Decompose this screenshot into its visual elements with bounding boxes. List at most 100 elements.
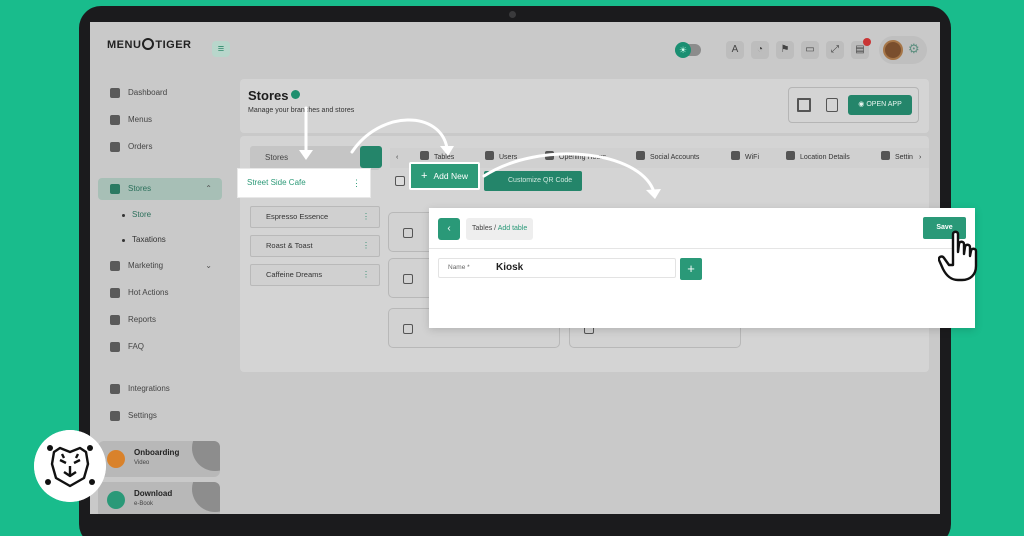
location-pin-icon	[786, 151, 795, 160]
breadcrumb-parent[interactable]: Tables	[472, 225, 492, 232]
add-table-panel: ‹ Tables / Add table Save Name * Kiosk +	[429, 208, 975, 328]
theme-toggle[interactable]: ☀	[675, 42, 701, 58]
tab-settings[interactable]: Settin	[881, 148, 913, 168]
sidebar-item-orders[interactable]: Orders	[98, 136, 222, 158]
tab-label: Social Accounts	[650, 154, 700, 161]
sidebar-item-label: Settings	[128, 411, 157, 420]
devices-icon[interactable]: ▭	[801, 41, 819, 59]
sidebar-item-label: Orders	[128, 142, 153, 151]
users-icon	[485, 151, 494, 160]
sidebar-item-settings[interactable]: Settings	[98, 405, 222, 427]
avatar	[883, 40, 903, 60]
open-app-button[interactable]: ◉ OPEN APP	[848, 95, 912, 115]
sidebar-subitem-taxations[interactable]: Taxations	[98, 230, 222, 250]
customize-qr-button[interactable]: Customize QR Code	[484, 171, 582, 191]
menu-book-icon	[110, 115, 120, 125]
table-checkbox[interactable]	[403, 324, 413, 334]
breadcrumb: Tables / Add table	[466, 218, 534, 240]
store-icon	[110, 184, 120, 194]
plus-icon: +	[421, 170, 428, 182]
more-vertical-icon[interactable]: ⋮	[352, 169, 361, 197]
chat-icon	[110, 342, 120, 352]
tab-label: WiFi	[745, 154, 759, 161]
page-title: Stores	[248, 88, 301, 103]
qr-code-icon[interactable]	[797, 98, 811, 112]
store-item-label: Espresso Essence	[266, 212, 329, 221]
tab-wifi[interactable]: WiFi	[731, 148, 759, 168]
table-name-input[interactable]: Kiosk	[496, 262, 523, 273]
sidebar-item-label: Hot Actions	[128, 288, 169, 297]
megaphone-icon	[110, 261, 120, 271]
tabs-next-icon[interactable]: ›	[919, 148, 921, 168]
breadcrumb-current: Add table	[497, 225, 528, 232]
table-checkbox[interactable]	[403, 274, 413, 284]
webcam	[509, 11, 516, 18]
add-new-button[interactable]: + Add New	[409, 162, 480, 190]
promo-subtitle: e-Book	[134, 501, 154, 507]
bullet-icon	[122, 214, 125, 217]
add-table-field-button[interactable]: +	[680, 258, 702, 280]
select-all-checkbox[interactable]	[395, 176, 405, 186]
divider	[429, 248, 975, 249]
sidebar-item-label: Reports	[128, 315, 157, 324]
chevron-up-icon: ⌃	[205, 184, 212, 193]
copy-icon[interactable]	[826, 98, 838, 112]
more-vertical-icon[interactable]: ⋮	[362, 207, 370, 227]
gear-icon	[110, 411, 120, 421]
promo-download-ebook[interactable]: Download e-Book	[98, 482, 220, 514]
tab-users[interactable]: Users	[485, 148, 517, 168]
table-name-field[interactable]: Name * Kiosk	[438, 258, 676, 278]
puzzle-icon	[110, 384, 120, 394]
sidebar-item-label: FAQ	[128, 342, 145, 351]
clock-icon	[545, 151, 554, 160]
back-button[interactable]: ‹	[438, 218, 460, 240]
sidebar-item-hot-actions[interactable]: Hot Actions	[98, 282, 222, 304]
tiger-logo-icon	[34, 430, 106, 502]
tabs-prev-icon[interactable]: ‹	[396, 148, 398, 168]
bell-icon[interactable]: ◔	[751, 41, 769, 59]
sidebar-item-label: Marketing	[128, 261, 164, 270]
gear-icon: ⚙	[908, 41, 920, 56]
sidebar-subitem-store[interactable]: Store	[98, 205, 222, 225]
sidebar-toggle-button[interactable]: ≡	[212, 41, 230, 57]
sidebar-item-integrations[interactable]: Integrations	[98, 378, 222, 400]
store-item[interactable]: Caffeine Dreams ⋮	[250, 264, 380, 286]
sidebar-item-stores[interactable]: Stores ⌃	[98, 178, 222, 200]
sidebar-item-reports[interactable]: Reports	[98, 309, 222, 331]
store-item[interactable]: Espresso Essence ⋮	[250, 206, 380, 228]
tab-opening-hours[interactable]: Opening Hours	[545, 148, 606, 168]
store-item-label: Roast & Toast	[266, 241, 313, 250]
store-item-selected[interactable]: Street Side Cafe ⋮	[237, 168, 371, 198]
verified-icon	[291, 90, 301, 99]
store-item-label: Street Side Cafe	[247, 178, 306, 187]
translate-icon[interactable]: A	[726, 41, 744, 59]
customize-qr-label: Customize QR Code	[508, 177, 573, 184]
sidebar-item-label: Integrations	[128, 384, 170, 393]
account-menu[interactable]: ⚙	[879, 36, 927, 64]
store-item-label: Caffeine Dreams	[266, 270, 323, 279]
more-vertical-icon[interactable]: ⋮	[362, 236, 370, 256]
more-vertical-icon[interactable]: ⋮	[362, 265, 370, 285]
tab-location-details[interactable]: Location Details	[786, 148, 850, 168]
tab-label: Opening Hours	[559, 154, 607, 161]
sidebar-subitem-label: Taxations	[132, 235, 166, 244]
sidebar-item-faq[interactable]: FAQ	[98, 336, 222, 358]
flame-icon	[110, 288, 120, 298]
store-item[interactable]: Roast & Toast ⋮	[250, 235, 380, 257]
flag-icon[interactable]: ⚑	[776, 41, 794, 59]
tab-social-accounts[interactable]: Social Accounts	[636, 148, 699, 168]
sidebar-item-label: Menus	[128, 115, 153, 124]
promo-onboarding-video[interactable]: Onboarding Video	[98, 441, 220, 477]
page-title-text: Stores	[248, 88, 289, 103]
sidebar-subitem-label: Store	[132, 210, 152, 219]
table-checkbox[interactable]	[403, 228, 413, 238]
orders-icon[interactable]: ▤	[851, 38, 871, 59]
sidebar-item-menus[interactable]: Menus	[98, 109, 222, 131]
add-new-label: Add New	[433, 171, 468, 181]
globe-icon	[636, 151, 645, 160]
sidebar-item-marketing[interactable]: Marketing ⌄	[98, 255, 222, 277]
sidebar-item-dashboard[interactable]: Dashboard	[98, 82, 222, 104]
fullscreen-icon[interactable]: ⤢	[826, 41, 844, 59]
brand-logo[interactable]: MENU TIGER	[107, 38, 192, 51]
add-store-button[interactable]	[360, 146, 382, 168]
